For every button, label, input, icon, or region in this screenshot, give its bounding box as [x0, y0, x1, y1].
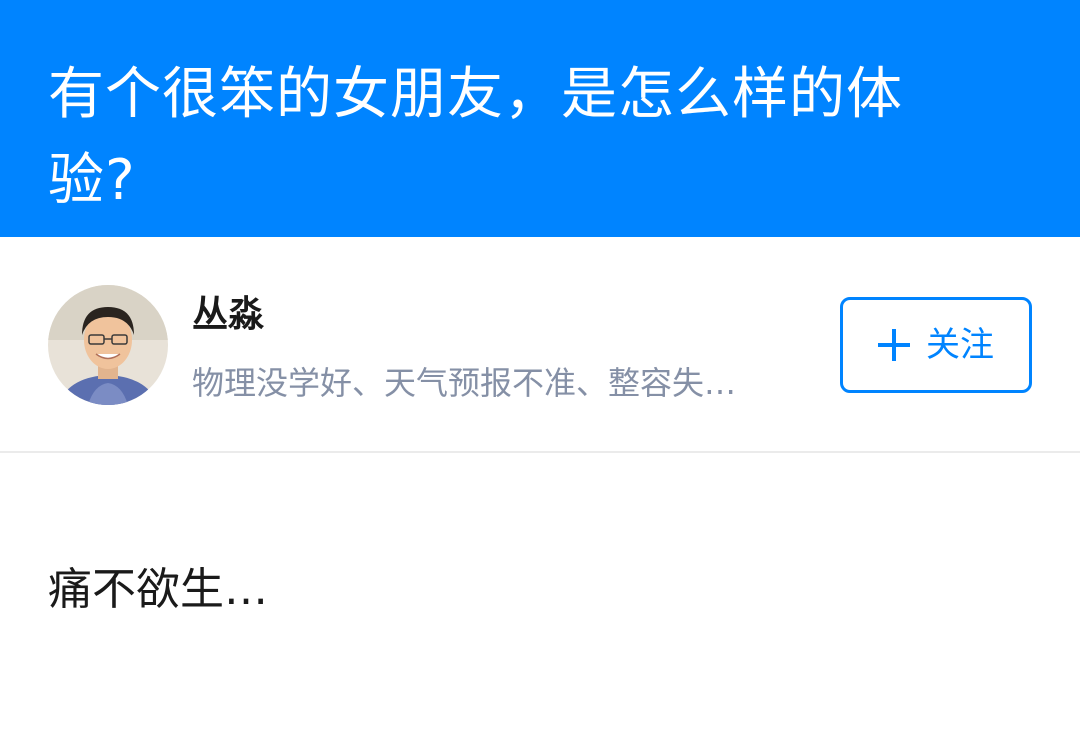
- user-avatar-icon: [48, 285, 168, 405]
- plus-icon: [878, 329, 910, 361]
- question-header: 有个很笨的女朋友，是怎么样的体验?: [0, 0, 1080, 237]
- author-name[interactable]: 丛淼: [192, 293, 264, 337]
- answer-content: 痛不欲生…: [48, 564, 268, 615]
- author-info: 丛淼 物理没学好、天气预报不准、整容失… 关注: [0, 237, 1080, 453]
- follow-label: 关注: [926, 325, 994, 365]
- avatar[interactable]: [48, 285, 168, 405]
- author-bio: 物理没学好、天气预报不准、整容失…: [192, 364, 737, 402]
- follow-button[interactable]: 关注: [840, 297, 1032, 393]
- question-title: 有个很笨的女朋友，是怎么样的体验?: [48, 62, 903, 213]
